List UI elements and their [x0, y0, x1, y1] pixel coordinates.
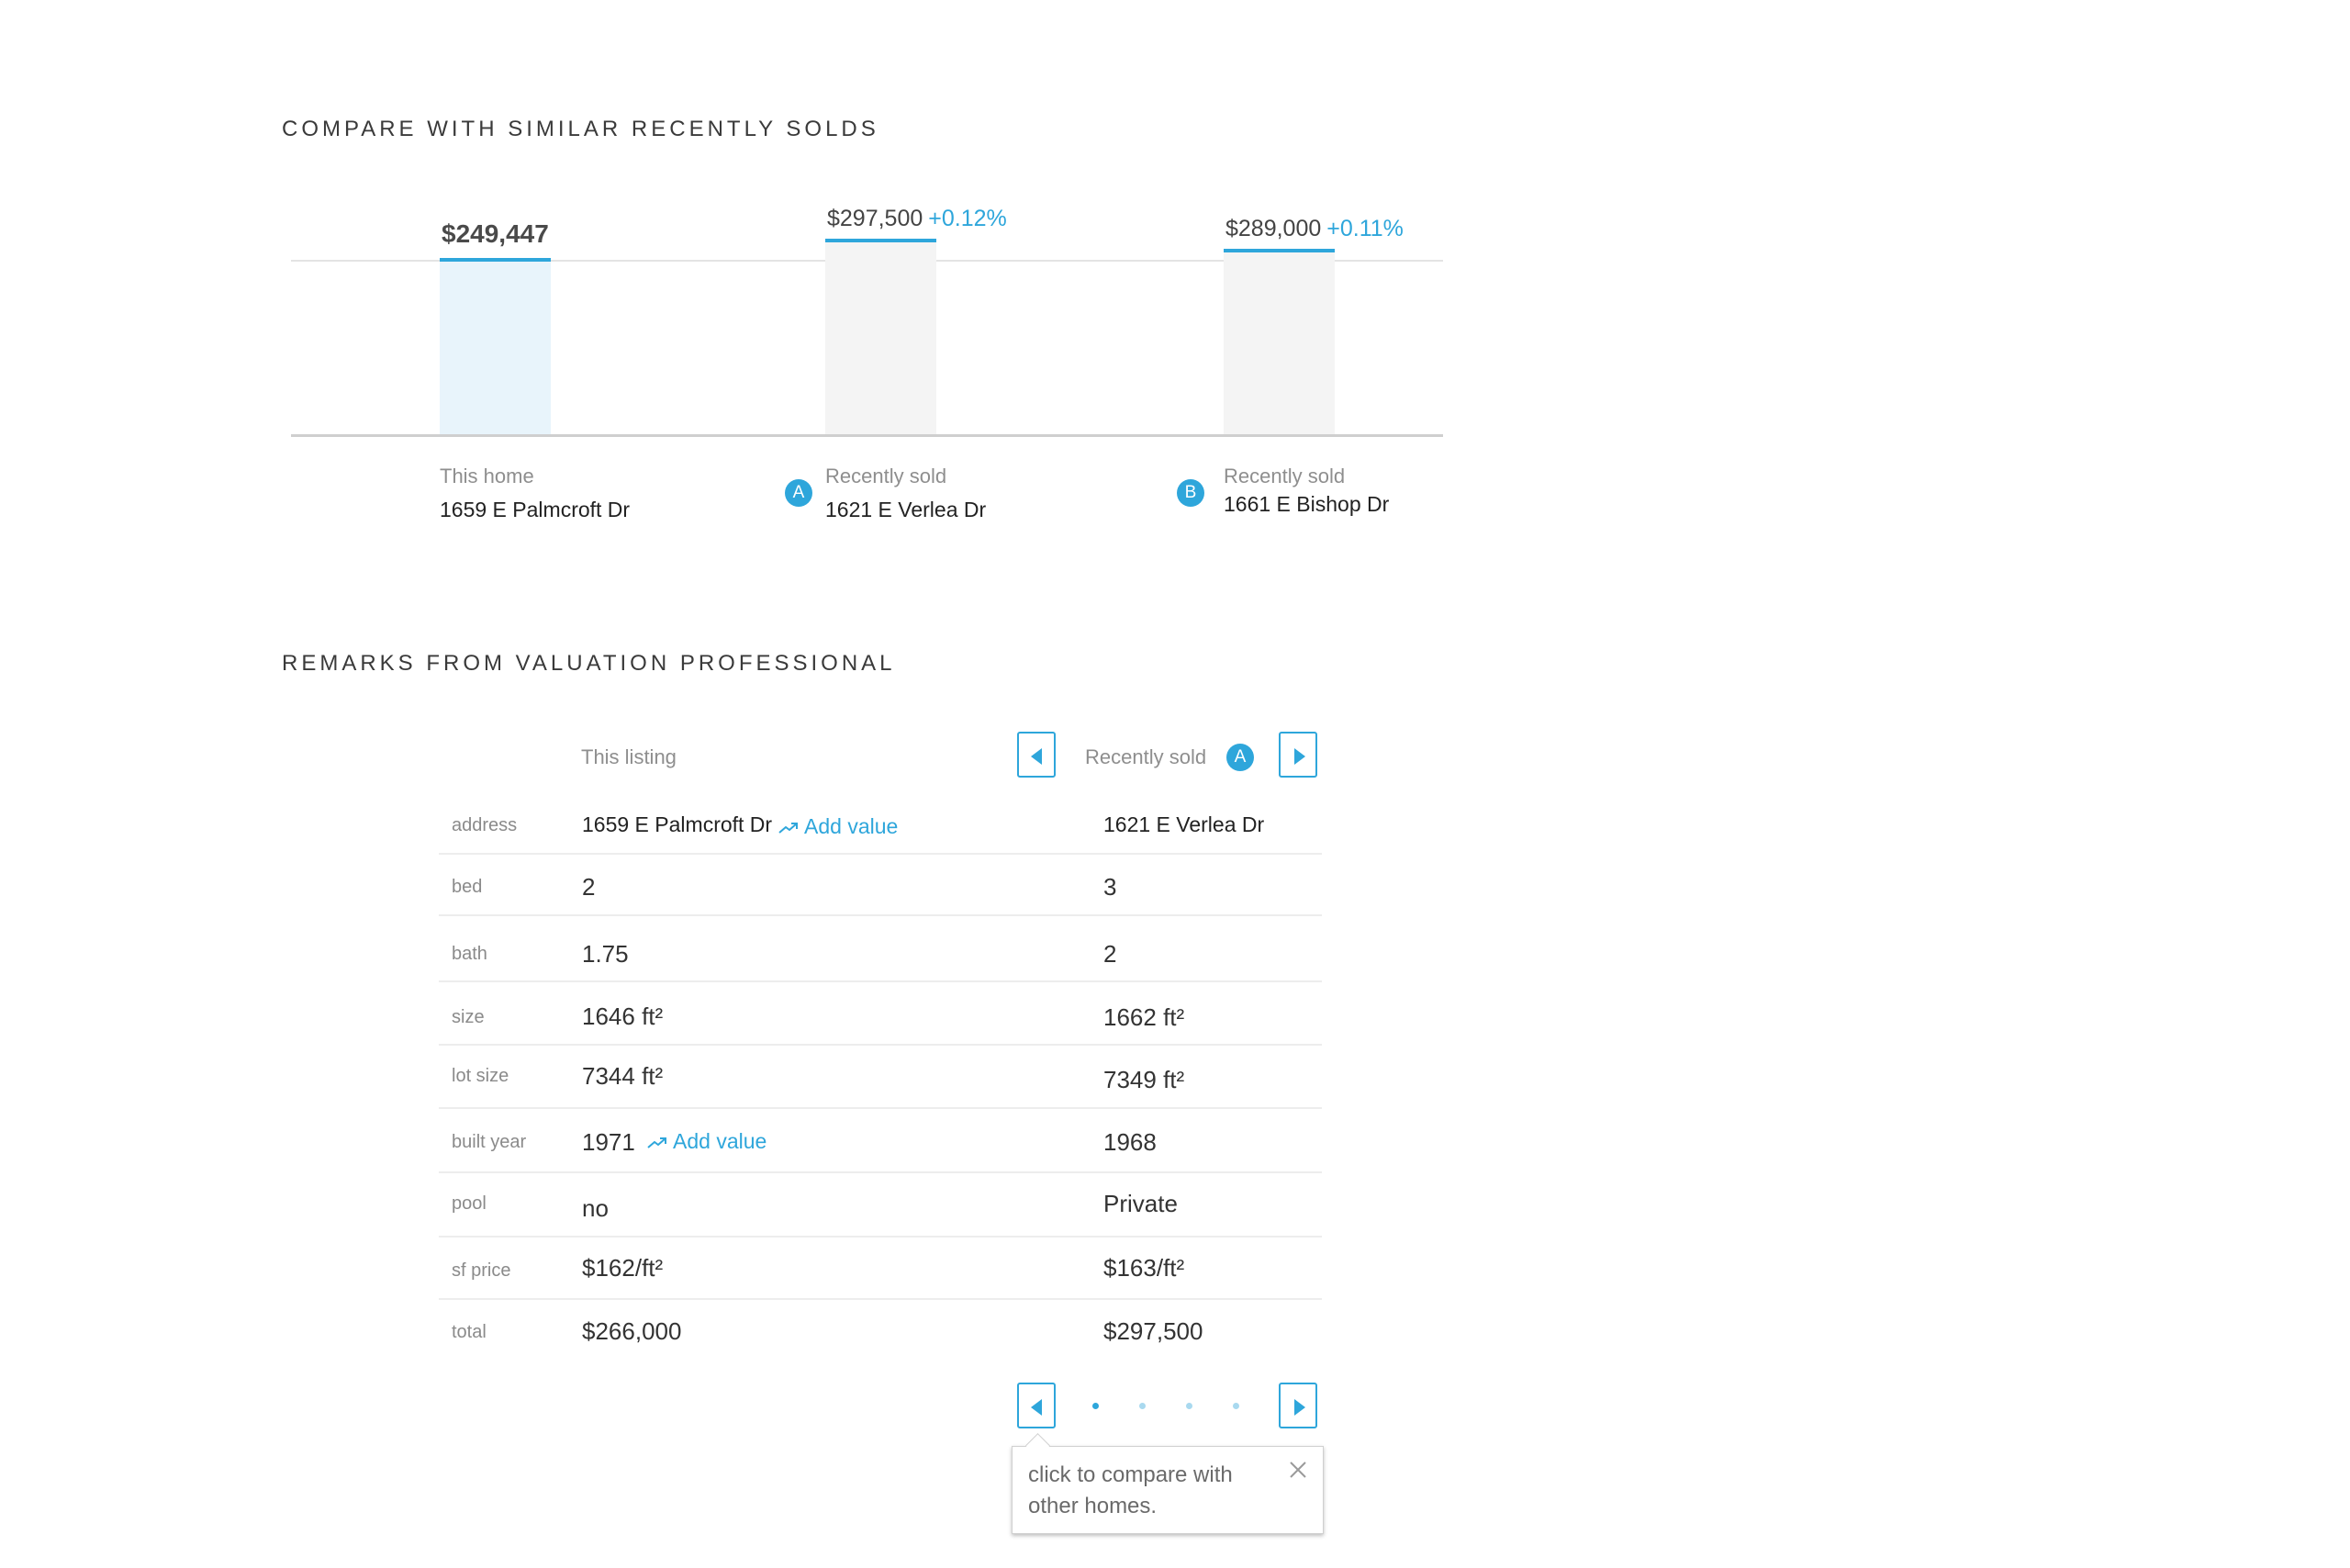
prev-comparison-button[interactable] — [1017, 732, 1056, 778]
tooltip-text: click to compare with other homes. — [1028, 1462, 1233, 1518]
chart-baseline — [291, 434, 1443, 437]
this-listing-header: This listing — [581, 745, 677, 768]
row-label-pool: pool — [452, 1193, 487, 1214]
pagination-dot[interactable] — [1186, 1403, 1192, 1409]
other-size-value: 1662 ft² — [1103, 1003, 1185, 1031]
row-label-size: size — [452, 1007, 485, 1027]
add-value-address-link[interactable]: Add value — [778, 814, 898, 839]
marker-a-badge: A — [785, 479, 812, 507]
caret-left-icon — [1031, 1399, 1042, 1416]
row-divider — [439, 1107, 1322, 1109]
compare-column-header: Recently sold — [1085, 745, 1207, 768]
pagination-next-button[interactable] — [1279, 1383, 1317, 1428]
marker-b-badge: B — [1177, 479, 1204, 507]
add-value-label: Add value — [673, 1129, 767, 1153]
compare-section-title: COMPARE WITH SIMILAR RECENTLY SOLDS — [282, 117, 879, 141]
sold-b-caption: Recently sold — [1224, 465, 1346, 487]
trend-up-icon — [778, 822, 798, 834]
close-icon[interactable] — [1288, 1460, 1308, 1480]
sold-b-address[interactable]: 1661 E Bishop Dr — [1224, 492, 1389, 517]
caret-right-icon — [1294, 748, 1305, 765]
remarks-section-title: REMARKS FROM VALUATION PROFESSIONAL — [282, 651, 896, 676]
chart-bar — [440, 260, 551, 434]
row-label-built-year: built year — [452, 1132, 527, 1152]
row-divider — [439, 853, 1322, 855]
chart-bar-top-line — [440, 258, 551, 262]
other-bath-value: 2 — [1103, 940, 1117, 968]
chart-bar-top-line — [825, 239, 936, 242]
trend-up-icon — [647, 1137, 666, 1148]
row-label-total: total — [452, 1322, 487, 1342]
other-lot-size-value: 7349 ft² — [1103, 1066, 1185, 1093]
this-bath-value: 1.75 — [582, 940, 629, 968]
row-divider — [439, 1236, 1322, 1238]
row-divider — [439, 914, 1322, 916]
add-value-built-year-link[interactable]: Add value — [647, 1129, 767, 1154]
other-address-value: 1621 E Verlea Dr — [1103, 812, 1265, 836]
chart-price-label: $249,447 — [442, 219, 549, 248]
chart-change-label: +0.12% — [928, 206, 1007, 231]
chart-bar — [825, 241, 936, 434]
chart-change-label: +0.11% — [1326, 216, 1404, 241]
this-home-caption: This home — [440, 465, 534, 487]
caret-left-icon — [1031, 748, 1042, 765]
pagination-prev-button[interactable] — [1017, 1383, 1056, 1428]
row-label-address: address — [452, 815, 518, 835]
this-bed-value: 2 — [582, 873, 596, 901]
row-label-bath: bath — [452, 944, 487, 964]
this-size-value: 1646 ft² — [582, 1002, 664, 1030]
row-divider — [439, 1044, 1322, 1046]
this-built-year-value: 1971 — [582, 1128, 635, 1156]
chart-price-label: $289,000 +0.11% — [1225, 216, 1404, 241]
pagination-dot[interactable] — [1139, 1403, 1146, 1409]
this-address-value: 1659 E Palmcroft Dr — [582, 812, 773, 836]
tooltip-arrow — [1025, 1433, 1050, 1458]
row-label-lot-size: lot size — [452, 1066, 509, 1086]
caret-right-icon — [1294, 1399, 1305, 1416]
other-pool-value: Private — [1103, 1190, 1178, 1217]
other-total-value: $297,500 — [1103, 1317, 1203, 1345]
row-divider — [439, 1171, 1322, 1173]
pagination-dot[interactable] — [1233, 1403, 1239, 1409]
row-label-sf-price: sf price — [452, 1260, 511, 1281]
compare-marker-badge: A — [1226, 744, 1254, 771]
add-value-label: Add value — [804, 814, 899, 838]
other-built-year-value: 1968 — [1103, 1128, 1157, 1156]
sold-a-address[interactable]: 1621 E Verlea Dr — [825, 498, 986, 522]
sold-a-caption: Recently sold — [825, 465, 947, 487]
this-pool-value: no — [582, 1194, 609, 1222]
other-bed-value: 3 — [1103, 873, 1117, 901]
chart-price-label: $297,500 +0.12% — [827, 206, 1007, 231]
chart-bar-top-line — [1224, 249, 1335, 252]
this-home-address: 1659 E Palmcroft Dr — [440, 498, 631, 521]
pagination-dot[interactable] — [1092, 1403, 1099, 1409]
this-sf-price-value: $162/ft² — [582, 1254, 664, 1282]
row-label-bed: bed — [452, 877, 483, 897]
chart-bar — [1224, 251, 1335, 434]
other-sf-price-value: $163/ft² — [1103, 1254, 1185, 1282]
row-divider — [439, 980, 1322, 982]
next-comparison-button[interactable] — [1279, 732, 1317, 778]
this-total-value: $266,000 — [582, 1317, 682, 1345]
this-lot-size-value: 7344 ft² — [582, 1062, 664, 1090]
row-divider — [439, 1298, 1322, 1300]
compare-hint-tooltip: click to compare with other homes. — [1012, 1433, 1324, 1534]
